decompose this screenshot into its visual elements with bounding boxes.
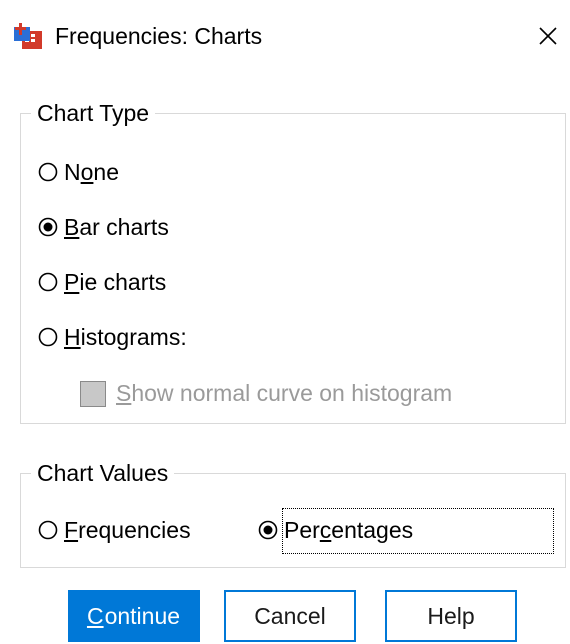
help-button-label: Help bbox=[427, 602, 475, 629]
radio-pie-charts-label: Pie charts bbox=[64, 269, 167, 295]
radio-selected-icon[interactable] bbox=[38, 217, 58, 237]
radio-frequencies-label: Frequencies bbox=[64, 517, 191, 543]
radio-unselected-icon[interactable] bbox=[38, 327, 58, 347]
help-button[interactable]: Help bbox=[385, 590, 517, 642]
chart-type-group: Chart Type bbox=[20, 100, 566, 424]
radio-unselected-icon[interactable] bbox=[38, 162, 58, 182]
window-title: Frequencies: Charts bbox=[55, 23, 263, 49]
radio-percentages[interactable]: Percentages bbox=[258, 516, 413, 544]
show-normal-curve-label: Show normal curve on histogram bbox=[116, 380, 453, 406]
radio-histograms-label: Histograms: bbox=[64, 324, 187, 350]
spss-app-icon bbox=[14, 23, 42, 49]
chart-values-legend: Chart Values bbox=[37, 460, 169, 486]
radio-bar-charts-label: Bar charts bbox=[64, 214, 169, 240]
chart-type-legend: Chart Type bbox=[37, 100, 150, 126]
radio-bar-charts[interactable]: Bar charts bbox=[38, 213, 169, 241]
continue-button[interactable]: Continue bbox=[68, 590, 200, 642]
radio-selected-icon[interactable] bbox=[258, 520, 278, 540]
title-bar: Frequencies: Charts bbox=[0, 0, 570, 70]
checkbox-disabled-icon[interactable] bbox=[80, 380, 106, 407]
radio-unselected-icon[interactable] bbox=[38, 520, 58, 540]
close-icon[interactable] bbox=[528, 18, 568, 54]
continue-button-label: Continue bbox=[86, 602, 181, 629]
show-normal-curve-checkbox[interactable]: Show normal curve on histogram bbox=[80, 380, 452, 407]
radio-frequencies[interactable]: Frequencies bbox=[38, 516, 191, 544]
cancel-button-label: Cancel bbox=[254, 602, 326, 629]
radio-none[interactable]: None bbox=[38, 158, 119, 186]
radio-pie-charts[interactable]: Pie charts bbox=[38, 268, 166, 296]
radio-histograms[interactable]: Histograms: bbox=[38, 323, 187, 351]
radio-percentages-label: Percentages bbox=[284, 517, 414, 543]
radio-unselected-icon[interactable] bbox=[38, 272, 58, 292]
radio-none-label: None bbox=[64, 159, 120, 185]
cancel-button[interactable]: Cancel bbox=[224, 590, 356, 642]
